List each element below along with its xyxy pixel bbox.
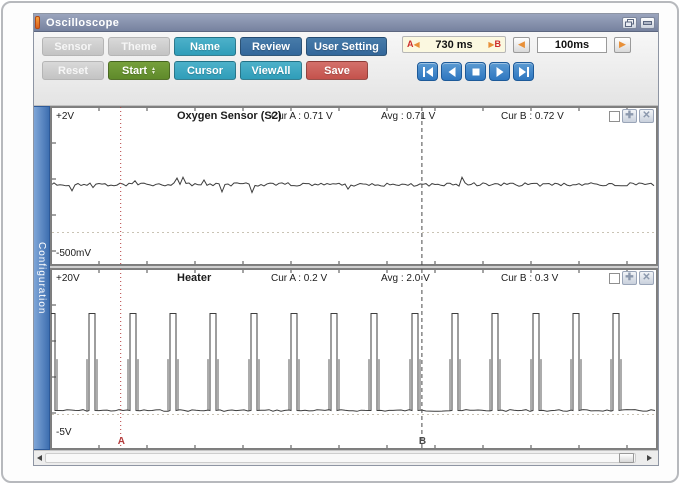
cursor-button[interactable]: Cursor — [174, 61, 236, 80]
theme-button[interactable]: Theme — [108, 37, 170, 56]
channel-header: +2V Oxygen Sensor (S2) Cur A : 0.71 V Av… — [51, 109, 657, 125]
channel-stack: +2V Oxygen Sensor (S2) Cur A : 0.71 V Av… — [50, 106, 658, 450]
zoom-in-button[interactable]: ✚ — [622, 271, 637, 285]
restore-icon — [625, 19, 634, 27]
cursor-a-left-arrow-icon: ◀ — [414, 40, 420, 49]
sensor-button[interactable]: Sensor — [42, 37, 104, 56]
stop-button[interactable] — [465, 62, 486, 81]
scroll-right-arrow-icon[interactable] — [647, 455, 652, 461]
toolbar: Sensor Theme Name Review User Setting Re… — [34, 32, 658, 106]
title-bar: Oscilloscope — [34, 14, 658, 32]
toolbar-button-grid: Sensor Theme Name Review User Setting Re… — [42, 37, 387, 85]
time-range-row: A◀ 730 ms ▶B ◀ 100ms ▶ — [402, 36, 652, 53]
name-button[interactable]: Name — [174, 37, 236, 56]
scrollbar-track[interactable] — [45, 453, 636, 463]
left-arrow-icon: ◀ — [518, 39, 525, 50]
average-value: Avg : 0.71 V — [381, 111, 435, 122]
reset-button[interactable]: Reset — [42, 61, 104, 80]
waveform-plot[interactable] — [51, 269, 657, 449]
channel-title: Heater — [177, 272, 211, 284]
play-button[interactable] — [489, 62, 510, 81]
restore-button[interactable] — [622, 17, 637, 29]
skip-to-end-icon — [519, 67, 529, 77]
cursor-b-letter: B — [495, 39, 502, 49]
cursor-a-value: Cur A : 0.2 V — [271, 273, 327, 284]
cursor-a-value: Cur A : 0.71 V — [271, 111, 333, 122]
ab-range-box: A◀ 730 ms ▶B — [402, 36, 506, 53]
channel-header: +20V Heater Cur A : 0.2 V Avg : 2.0 V Cu… — [51, 271, 657, 287]
playback-controls — [417, 62, 652, 81]
cursor-b-step[interactable]: ▶B — [488, 39, 501, 50]
screenshot-frame: Oscilloscope Sensor Theme Name Review Us… — [1, 1, 679, 483]
review-button[interactable]: Review — [240, 37, 302, 56]
channel-select-checkbox[interactable] — [609, 273, 620, 284]
close-channel-button[interactable]: ✕ — [639, 271, 654, 285]
minimize-button[interactable] — [640, 17, 655, 29]
close-channel-button[interactable]: ✕ — [639, 109, 654, 123]
waveform-plot[interactable] — [51, 107, 657, 265]
zoom-in-button[interactable]: ✚ — [622, 109, 637, 123]
scrollbar-thumb[interactable] — [619, 453, 634, 463]
range-top-label: +20V — [56, 273, 80, 284]
configuration-tab[interactable]: Configuration — [34, 106, 50, 450]
channel-select-checkbox[interactable] — [609, 111, 620, 122]
skip-to-start-button[interactable] — [417, 62, 438, 81]
horizontal-scrollbar[interactable] — [34, 450, 658, 465]
channel-oxygen-sensor: +2V Oxygen Sensor (S2) Cur A : 0.71 V Av… — [50, 106, 658, 266]
window-title: Oscilloscope — [46, 17, 619, 29]
range-bottom-label: -5V — [56, 427, 72, 438]
scope-area: Configuration +2V Oxygen Sensor (S2) Cur… — [34, 106, 658, 450]
cursor-a-marker[interactable]: A — [118, 436, 125, 447]
channel-controls: ✚ ✕ — [609, 271, 654, 285]
ab-range-value: 730 ms — [435, 39, 472, 51]
range-bottom-label: -500mV — [56, 248, 91, 259]
timebase-value[interactable]: 100ms — [537, 37, 607, 53]
start-button-label: Start — [122, 65, 147, 77]
minimize-icon — [643, 19, 652, 27]
time-controls: A◀ 730 ms ▶B ◀ 100ms ▶ — [402, 36, 652, 81]
save-button[interactable]: Save — [306, 61, 368, 80]
right-arrow-icon: ▶ — [619, 39, 626, 50]
channel-controls: ✚ ✕ — [609, 109, 654, 123]
cursor-a-step[interactable]: A◀ — [407, 39, 420, 50]
skip-to-start-icon — [423, 67, 433, 77]
cursor-b-marker[interactable]: B — [419, 436, 426, 447]
cursor-b-value: Cur B : 0.3 V — [501, 273, 558, 284]
viewall-button[interactable]: ViewAll — [240, 61, 302, 80]
channel-title: Oxygen Sensor (S2) — [177, 110, 282, 122]
toolbar-row-1: Sensor Theme Name Review User Setting — [42, 37, 387, 56]
user-setting-button[interactable]: User Setting — [306, 37, 387, 56]
scroll-left-arrow-icon[interactable] — [37, 455, 42, 461]
timebase-decrease-button[interactable]: ◀ — [513, 37, 530, 53]
channel-heater: +20V Heater Cur A : 0.2 V Avg : 2.0 V Cu… — [50, 268, 658, 450]
play-icon — [495, 67, 505, 77]
step-back-icon — [447, 67, 457, 77]
start-spinner-icon[interactable]: ▲▼ — [151, 67, 156, 75]
start-button[interactable]: Start ▲▼ — [108, 61, 170, 80]
toolbar-row-2: Reset Start ▲▼ Cursor ViewAll Save — [42, 61, 387, 80]
skip-to-end-button[interactable] — [513, 62, 534, 81]
range-top-label: +2V — [56, 111, 74, 122]
stop-icon — [471, 67, 481, 77]
step-back-button[interactable] — [441, 62, 462, 81]
timebase-increase-button[interactable]: ▶ — [614, 37, 631, 53]
cursor-b-value: Cur B : 0.72 V — [501, 111, 564, 122]
app-icon — [35, 16, 40, 29]
average-value: Avg : 2.0 V — [381, 273, 430, 284]
oscilloscope-window: Oscilloscope Sensor Theme Name Review Us… — [33, 13, 659, 466]
